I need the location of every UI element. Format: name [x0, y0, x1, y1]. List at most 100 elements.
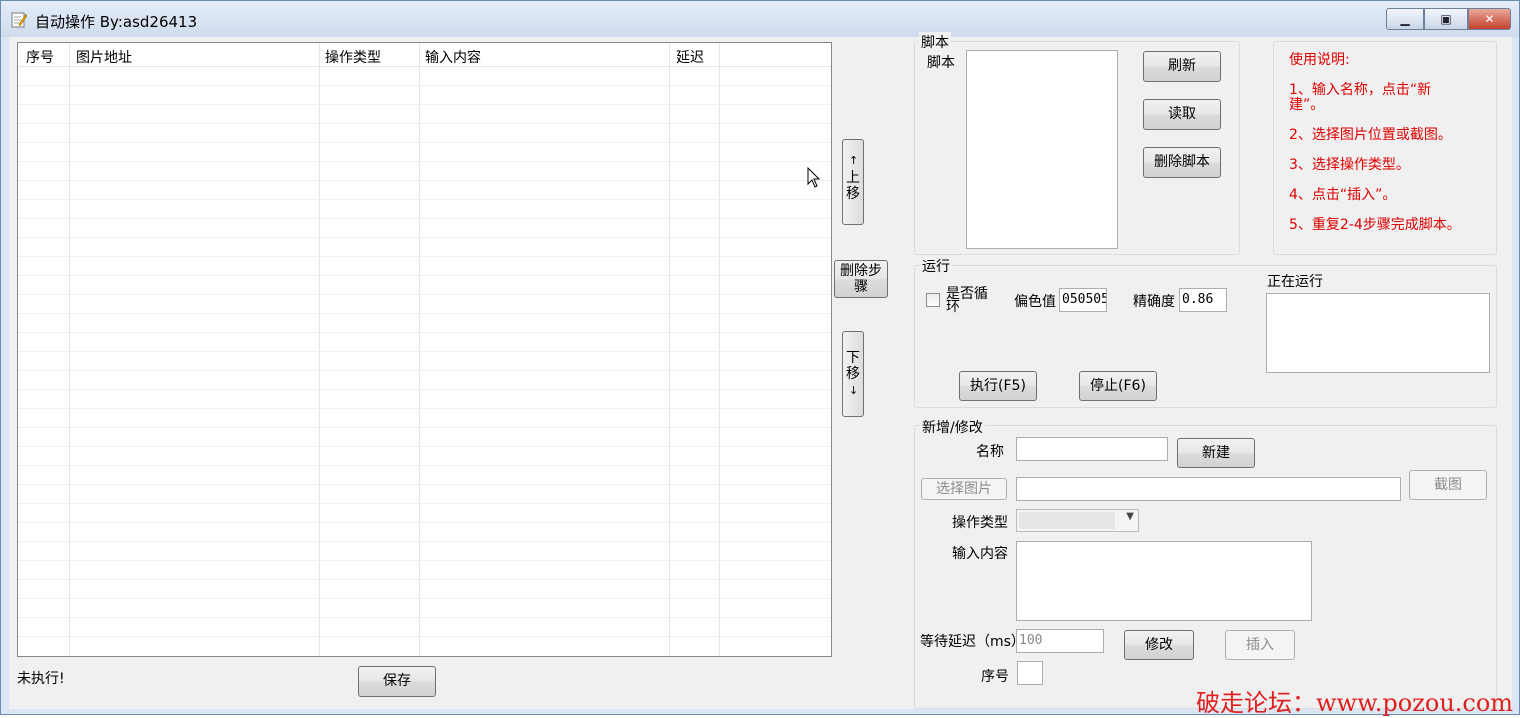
help-line: 4、点击“插入”。	[1289, 187, 1397, 203]
grid-row-line	[18, 313, 831, 314]
help-title: 使用说明:	[1289, 52, 1350, 68]
help-line: 5、重复2-4步骤完成脚本。	[1289, 217, 1461, 233]
script-list[interactable]	[966, 50, 1118, 249]
delete-step-button[interactable]: 删除步骤	[834, 260, 888, 298]
color-offset-label: 偏色值	[1014, 294, 1056, 310]
grid-row-line	[18, 294, 831, 295]
name-input[interactable]	[1016, 437, 1168, 461]
minimize-button[interactable]: ▁	[1386, 8, 1424, 30]
load-button[interactable]: 读取	[1143, 99, 1221, 130]
color-offset-input[interactable]: 050505	[1059, 288, 1107, 312]
grid-header: 序号 图片地址 操作类型 输入内容 延迟	[18, 43, 831, 67]
grid-row-line	[18, 579, 831, 580]
minimize-icon: ▁	[1400, 12, 1410, 26]
move-up-button[interactable]: ↑ 上移	[842, 139, 864, 225]
script-group-label: 脚本	[919, 32, 951, 52]
grid-row-line	[18, 560, 831, 561]
grid-row-line	[18, 465, 831, 466]
grid-row-line	[18, 218, 831, 219]
arrow-up-icon: ↑	[849, 154, 859, 167]
help-line: 建”。	[1289, 97, 1325, 113]
index-input[interactable]	[1017, 661, 1043, 685]
grid-row-line	[18, 256, 831, 257]
grid-row-line	[18, 427, 831, 428]
precision-input[interactable]: 0.86	[1179, 288, 1227, 312]
index-label: 序号	[981, 669, 1009, 685]
select-image-button[interactable]: 选择图片	[921, 478, 1007, 500]
grid-column-delay	[670, 43, 720, 656]
delay-input[interactable]: 100	[1016, 629, 1104, 653]
modify-button[interactable]: 修改	[1124, 630, 1194, 660]
steps-grid[interactable]: 序号 图片地址 操作类型 输入内容 延迟	[17, 42, 832, 657]
mouse-cursor-icon	[807, 167, 821, 188]
running-list[interactable]	[1266, 293, 1490, 373]
column-header[interactable]: 操作类型	[325, 47, 381, 67]
arrow-down-icon: ↓	[849, 384, 859, 397]
help-line: 3、选择操作类型。	[1289, 157, 1410, 173]
grid-row-line	[18, 332, 831, 333]
input-content-textarea[interactable]	[1016, 541, 1312, 621]
insert-button[interactable]: 插入	[1225, 630, 1295, 660]
grid-row-line	[18, 522, 831, 523]
loop-label-line2: 环	[946, 299, 960, 315]
column-header[interactable]: 序号	[26, 47, 54, 67]
client-area: 序号 图片地址 操作类型 输入内容 延迟 ↑ 上移 删除步骤 下移 ↓ 未执行!…	[9, 32, 1512, 709]
refresh-button[interactable]: 刷新	[1143, 51, 1221, 82]
grid-column-type	[320, 43, 420, 656]
grid-row-line	[18, 85, 831, 86]
new-button[interactable]: 新建	[1177, 438, 1255, 468]
grid-row-line	[18, 636, 831, 637]
delete-script-button[interactable]: 删除脚本	[1143, 147, 1221, 178]
column-header[interactable]: 图片地址	[76, 47, 132, 67]
edit-group-label: 新增/修改	[920, 417, 985, 437]
grid-row-line	[18, 389, 831, 390]
screenshot-button[interactable]: 截图	[1409, 470, 1487, 500]
move-down-button[interactable]: 下移 ↓	[842, 331, 864, 417]
dropdown-arrow-icon: ▼	[1126, 511, 1134, 522]
grid-row-line	[18, 161, 831, 162]
maximize-icon: ▣	[1440, 12, 1452, 26]
grid-row-line	[18, 142, 831, 143]
delete-step-label: 删除步骤	[840, 263, 882, 295]
input-content-label: 输入内容	[952, 546, 1008, 562]
app-icon	[11, 12, 27, 28]
close-button[interactable]: ✕	[1468, 8, 1511, 30]
name-label: 名称	[976, 444, 1004, 460]
run-group-label: 运行	[920, 256, 952, 276]
grid-row-line	[18, 484, 831, 485]
move-down-label: 下移	[846, 350, 860, 382]
grid-row-line	[18, 446, 831, 447]
execute-button[interactable]: 执行(F5)	[959, 371, 1037, 401]
grid-row-line	[18, 408, 831, 409]
script-list-label: 脚本	[927, 55, 955, 71]
save-button[interactable]: 保存	[358, 666, 436, 697]
status-text: 未执行!	[17, 671, 65, 687]
image-path-input[interactable]	[1016, 477, 1401, 501]
column-header[interactable]: 延迟	[676, 47, 704, 67]
grid-row-line	[18, 123, 831, 124]
grid-row-line	[18, 199, 831, 200]
grid-column-input	[420, 43, 670, 656]
delay-label: 等待延迟（ms）	[920, 634, 1018, 650]
grid-row-line	[18, 541, 831, 542]
op-type-select[interactable]: ▼	[1016, 509, 1139, 532]
op-type-label: 操作类型	[952, 515, 1008, 531]
maximize-button[interactable]: ▣	[1424, 8, 1468, 30]
grid-row-line	[18, 351, 831, 352]
grid-row-line	[18, 237, 831, 238]
precision-label: 精确度	[1133, 294, 1175, 310]
title-bar[interactable]: 自动操作 By:asd26413 ▁ ▣ ✕	[1, 1, 1519, 37]
loop-checkbox[interactable]	[926, 293, 940, 307]
column-header[interactable]: 输入内容	[425, 47, 481, 67]
grid-row-line	[18, 503, 831, 504]
grid-row-line	[18, 617, 831, 618]
help-line: 2、选择图片位置或截图。	[1289, 127, 1452, 143]
grid-row-line	[18, 104, 831, 105]
stop-button[interactable]: 停止(F6)	[1079, 371, 1157, 401]
close-icon: ✕	[1484, 12, 1495, 26]
grid-column-image	[70, 43, 320, 656]
grid-row-line	[18, 598, 831, 599]
window-title: 自动操作 By:asd26413	[35, 13, 198, 31]
watermark-text: 破走论坛：www.pozou.com	[1196, 689, 1514, 717]
app-window: 自动操作 By:asd26413 ▁ ▣ ✕ 序号 图片地址 操作类型 输入内容…	[0, 0, 1520, 717]
